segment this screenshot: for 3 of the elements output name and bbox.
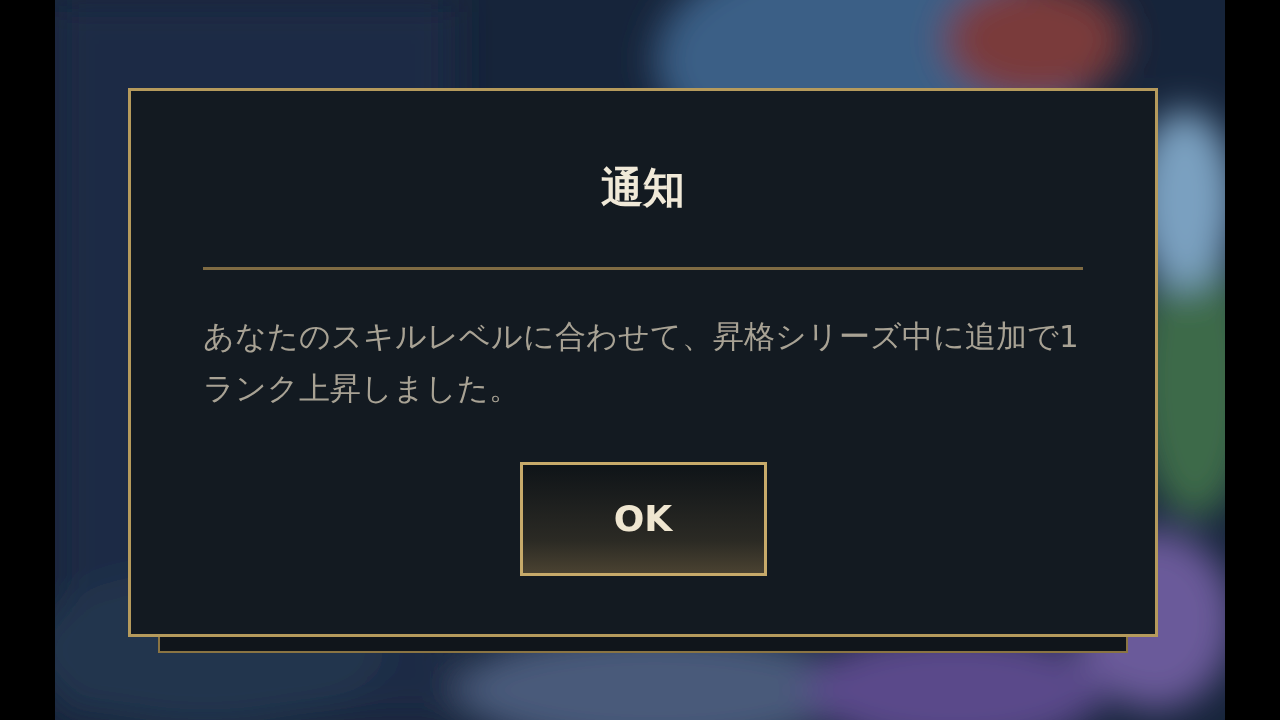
- ok-button[interactable]: OK: [519, 462, 767, 577]
- dialog-message: あなたのスキルレベルに合わせて、昇格シリーズ中に追加で1ランク上昇しました。: [203, 317, 1080, 409]
- dialog-title: 通知: [600, 165, 686, 212]
